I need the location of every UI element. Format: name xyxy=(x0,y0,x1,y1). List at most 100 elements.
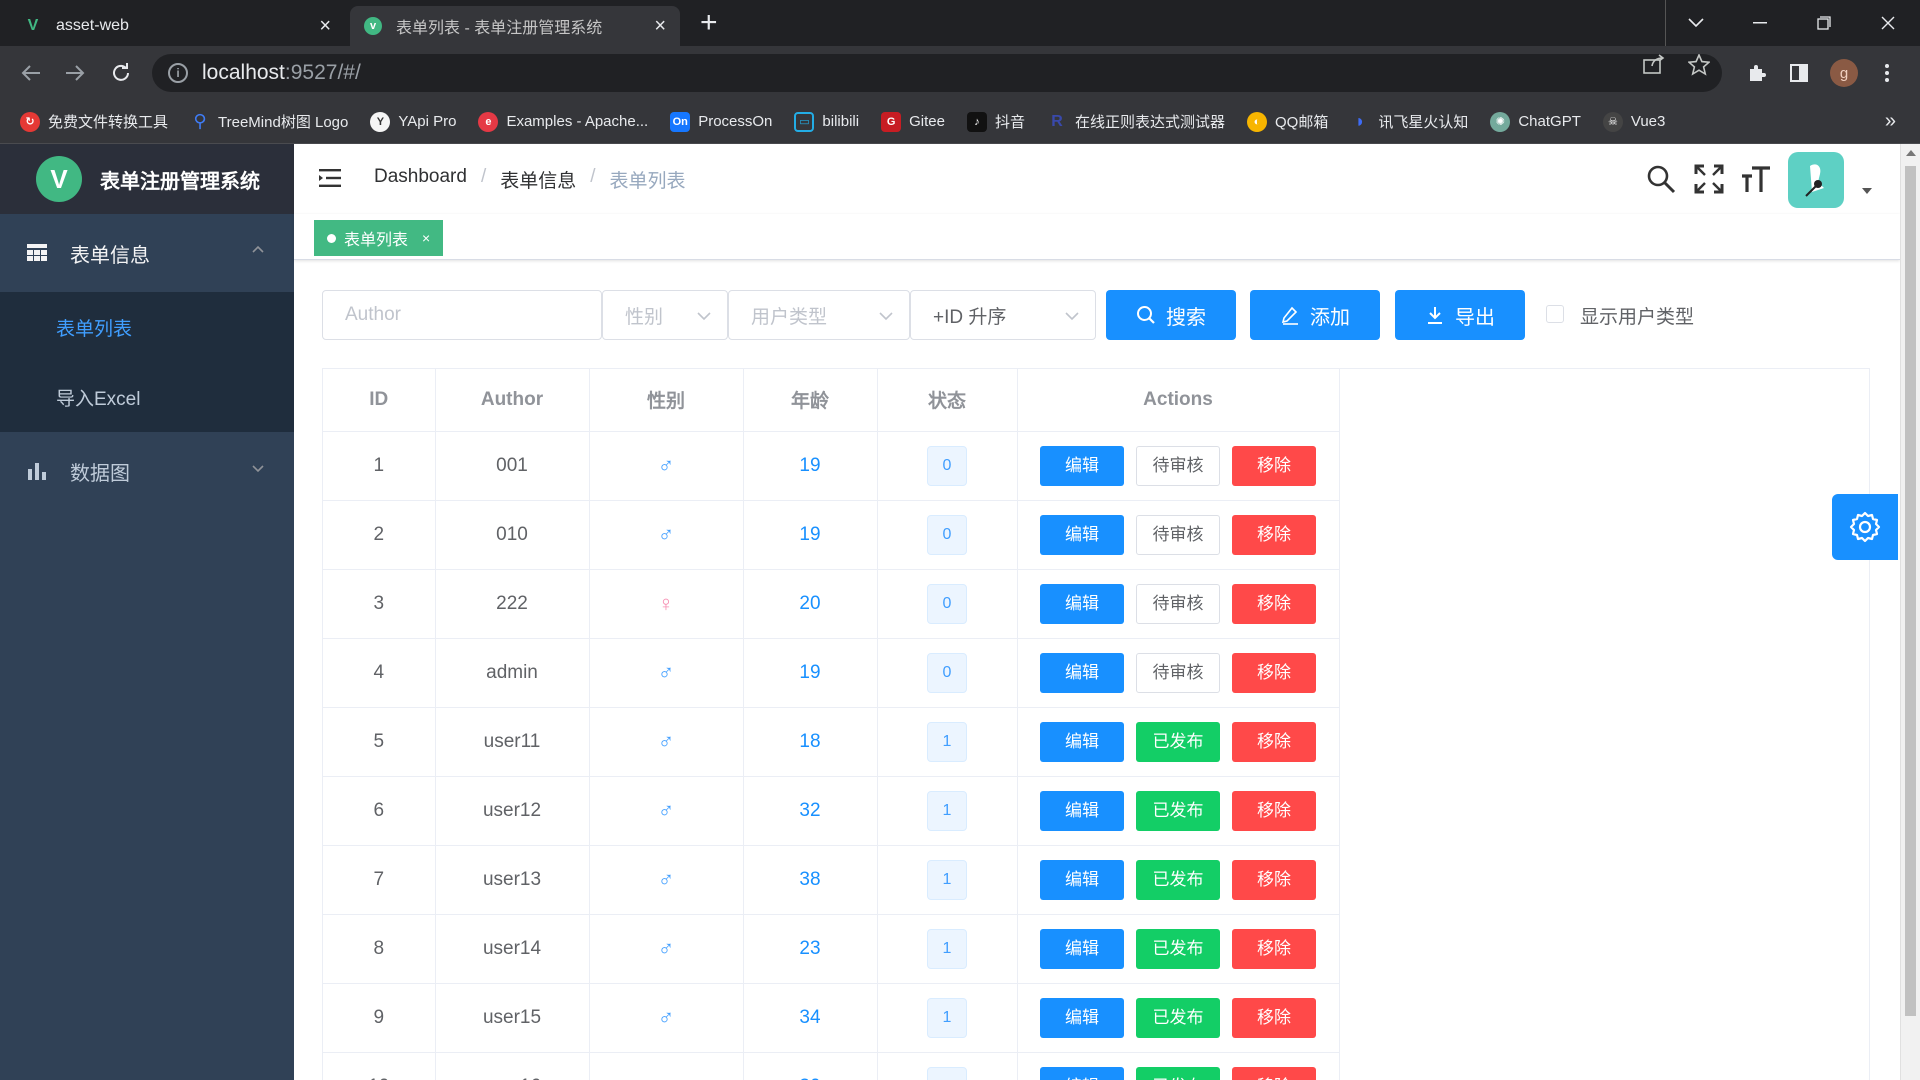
published-button[interactable]: 已发布 xyxy=(1136,928,1220,969)
bookmark-item[interactable]: ♪ 抖音 xyxy=(966,111,1025,132)
sort-select[interactable]: +ID 升序 xyxy=(910,290,1096,340)
table-row: 2 010 ♂ 19 0 编辑 待审核 移除 xyxy=(323,500,1340,570)
scroll-up-arrow-icon[interactable] xyxy=(1906,150,1916,156)
bookmark-item[interactable]: ⚲ TreeMind树图 Logo xyxy=(190,111,348,132)
settings-button[interactable] xyxy=(1832,494,1898,560)
published-button[interactable]: 已发布 xyxy=(1136,997,1220,1038)
tag-form-list[interactable]: 表单列表 × xyxy=(314,220,444,256)
bookmark-item[interactable]: ◗ 讯飞星火认知 xyxy=(1350,111,1468,132)
remove-button[interactable]: 移除 xyxy=(1232,1066,1316,1080)
menu-form-info[interactable]: 表单信息 xyxy=(0,214,294,292)
bookmark-star-icon[interactable] xyxy=(1687,53,1711,82)
bookmark-item[interactable]: e Examples - Apache... xyxy=(478,111,648,132)
caret-down-icon[interactable] xyxy=(1862,188,1872,194)
close-tab-icon[interactable]: × xyxy=(654,15,666,38)
search-icon[interactable] xyxy=(1644,162,1678,196)
bookmarks-overflow-icon[interactable]: » xyxy=(1885,110,1896,133)
export-button[interactable]: 导出 xyxy=(1395,290,1525,340)
pending-review-button[interactable]: 待审核 xyxy=(1136,583,1220,624)
site-info-icon[interactable]: i xyxy=(168,63,188,83)
remove-button[interactable]: 移除 xyxy=(1232,514,1316,555)
bookmark-item[interactable]: Y YApi Pro xyxy=(370,111,456,132)
extensions-puzzle-icon[interactable] xyxy=(1740,56,1774,90)
show-usertype-label[interactable]: 显示用户类型 xyxy=(1580,302,1694,329)
pending-review-button[interactable]: 待审核 xyxy=(1136,652,1220,693)
bookmark-item[interactable]: ◐ QQ邮箱 xyxy=(1246,111,1328,132)
status-badge: 0 xyxy=(927,514,967,555)
remove-button[interactable]: 移除 xyxy=(1232,583,1316,624)
close-tab-icon[interactable]: × xyxy=(319,15,331,38)
remove-button[interactable]: 移除 xyxy=(1232,790,1316,831)
published-button[interactable]: 已发布 xyxy=(1136,1066,1220,1080)
edit-button[interactable]: 编辑 xyxy=(1040,721,1124,762)
tab-search-chevron-icon[interactable] xyxy=(1665,0,1727,46)
author-input[interactable]: Author xyxy=(322,290,602,340)
browser-tab-form-list[interactable]: v 表单列表 - 表单注册管理系统 × xyxy=(350,6,680,46)
cell-author: user14 xyxy=(435,914,590,984)
published-button[interactable]: 已发布 xyxy=(1136,721,1220,762)
reload-icon[interactable] xyxy=(104,56,138,90)
breadcrumb-dashboard[interactable]: Dashboard xyxy=(374,166,467,193)
pending-review-button[interactable]: 待审核 xyxy=(1136,514,1220,555)
published-button[interactable]: 已发布 xyxy=(1136,859,1220,900)
usertype-select[interactable]: 用户类型 xyxy=(728,290,910,340)
sidebar-item-import-excel[interactable]: 导入Excel xyxy=(0,362,294,432)
bookmark-label: 抖音 xyxy=(994,114,1025,131)
menu-data-chart[interactable]: 数据图 xyxy=(0,432,294,510)
gender-select[interactable]: 性别 xyxy=(602,290,728,340)
user-avatar[interactable] xyxy=(1788,152,1844,208)
edit-button[interactable]: 编辑 xyxy=(1040,652,1124,693)
published-button[interactable]: 已发布 xyxy=(1136,790,1220,831)
bookmark-item[interactable]: ↻ 免费文件转换工具 xyxy=(20,111,168,132)
remove-button[interactable]: 移除 xyxy=(1232,859,1316,900)
remove-button[interactable]: 移除 xyxy=(1232,652,1316,693)
side-panel-icon[interactable] xyxy=(1782,56,1816,90)
bookmark-item[interactable]: ▭ bilibili xyxy=(794,111,859,132)
sidebar-item-form-list[interactable]: 表单列表 xyxy=(0,292,294,362)
remove-button[interactable]: 移除 xyxy=(1232,721,1316,762)
restore-window-icon[interactable] xyxy=(1793,0,1855,46)
edit-button[interactable]: 编辑 xyxy=(1040,583,1124,624)
font-size-icon[interactable] xyxy=(1739,162,1773,196)
hamburger-icon[interactable] xyxy=(318,166,342,190)
remove-button[interactable]: 移除 xyxy=(1232,928,1316,969)
edit-button[interactable]: 编辑 xyxy=(1040,445,1124,486)
edit-button[interactable]: 编辑 xyxy=(1040,997,1124,1038)
fullscreen-icon[interactable] xyxy=(1692,162,1726,196)
search-button[interactable]: 搜索 xyxy=(1106,290,1236,340)
bookmark-item[interactable]: ☠ Vue3 xyxy=(1602,111,1665,132)
bookmark-item[interactable]: R 在线正则表达式测试器 xyxy=(1047,111,1225,132)
bookmark-item[interactable]: On ProcessOn xyxy=(670,111,772,132)
browser-tab-asset-web[interactable]: V asset-web × xyxy=(10,6,345,46)
sidebar-logo[interactable]: V 表单注册管理系统 xyxy=(0,144,294,214)
scrollbar-thumb[interactable] xyxy=(1905,166,1916,1016)
show-usertype-checkbox[interactable] xyxy=(1546,305,1564,323)
remove-button[interactable]: 移除 xyxy=(1232,997,1316,1038)
forward-arrow-icon[interactable] xyxy=(58,56,92,90)
edit-button[interactable]: 编辑 xyxy=(1040,1066,1124,1080)
remove-button[interactable]: 移除 xyxy=(1232,445,1316,486)
bookmark-item[interactable]: G Gitee xyxy=(881,111,945,132)
pending-review-button[interactable]: 待审核 xyxy=(1136,445,1220,486)
edit-button[interactable]: 编辑 xyxy=(1040,928,1124,969)
address-bar[interactable]: i localhost :9527/#/ xyxy=(152,54,1722,92)
yapi-icon: Y xyxy=(370,111,391,132)
new-tab-button[interactable]: + xyxy=(700,8,718,38)
browser-menu-kebab-icon[interactable] xyxy=(1870,56,1904,90)
edit-button[interactable]: 编辑 xyxy=(1040,859,1124,900)
edit-button[interactable]: 编辑 xyxy=(1040,514,1124,555)
female-icon: ♀ xyxy=(589,569,744,639)
page-scrollbar[interactable] xyxy=(1900,144,1920,1080)
column-header-id[interactable]: ID xyxy=(323,369,436,432)
edit-button[interactable]: 编辑 xyxy=(1040,790,1124,831)
cell-age: 38 xyxy=(743,845,878,915)
close-window-icon[interactable] xyxy=(1857,0,1919,46)
minimize-window-icon[interactable] xyxy=(1729,0,1791,46)
edit-pen-icon xyxy=(1281,306,1298,325)
back-arrow-icon[interactable] xyxy=(14,56,48,90)
close-tag-icon[interactable]: × xyxy=(422,230,430,246)
profile-avatar[interactable]: g xyxy=(1830,59,1858,87)
bookmark-item[interactable]: ✺ ChatGPT xyxy=(1490,111,1581,132)
share-icon[interactable] xyxy=(1643,54,1665,80)
add-button[interactable]: 添加 xyxy=(1250,290,1380,340)
